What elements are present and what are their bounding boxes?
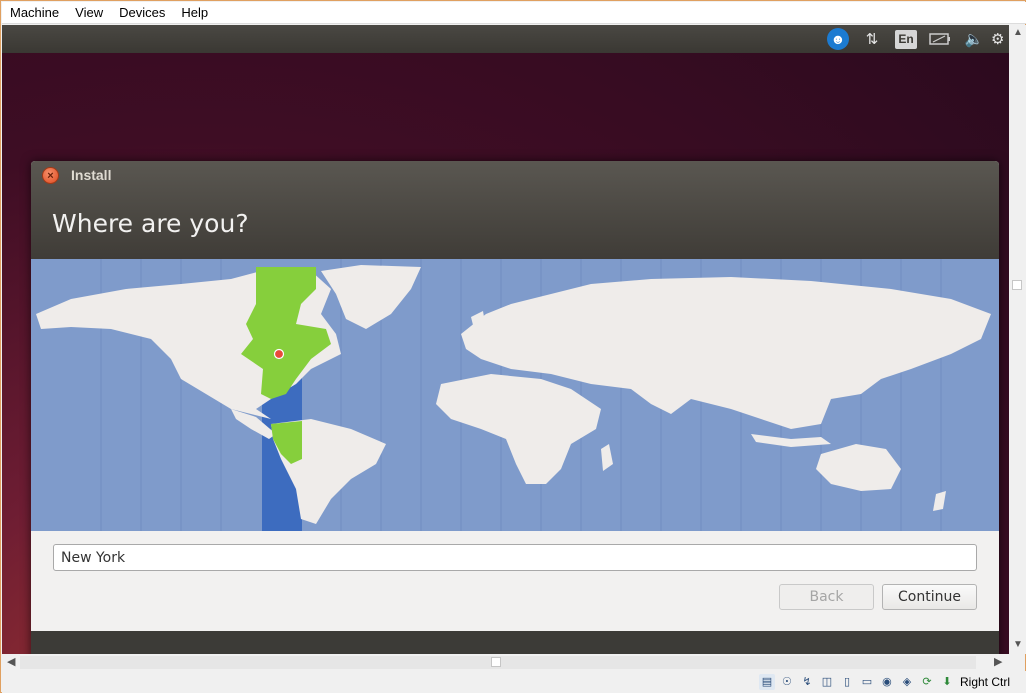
- display-icon[interactable]: ▭: [859, 674, 875, 690]
- settings-gear-icon[interactable]: ⚙: [991, 25, 1009, 53]
- keyboard-layout-label: En: [895, 29, 917, 49]
- keyboard-capture-icon[interactable]: ⬇: [939, 674, 955, 690]
- network-adapter-icon[interactable]: ◫: [819, 674, 835, 690]
- keyboard-layout-indicator[interactable]: En: [889, 25, 923, 53]
- horizontal-scrollbar[interactable]: ◀ ▶: [2, 654, 1009, 671]
- host-statusbar: ▤ ☉ ↯ ◫ ▯ ▭ ◉ ◈ ⟳ ⬇ Right Ctrl: [2, 671, 1026, 693]
- menu-devices[interactable]: Devices: [111, 2, 173, 24]
- back-button[interactable]: Back: [779, 584, 874, 610]
- menu-view[interactable]: View: [67, 2, 111, 24]
- world-map-graphic: [31, 259, 999, 531]
- video-capture-icon[interactable]: ◉: [879, 674, 895, 690]
- window-title: Install: [71, 167, 112, 183]
- horizontal-scroll-thumb[interactable]: [491, 657, 501, 667]
- ubuntu-top-panel: ☻ ⇅ En 🔈 ⚙: [2, 25, 1009, 53]
- usb-icon[interactable]: ↯: [799, 674, 815, 690]
- scroll-right-icon[interactable]: ▶: [994, 655, 1002, 668]
- volume-icon[interactable]: 🔈: [957, 25, 991, 53]
- continue-button[interactable]: Continue: [882, 584, 977, 610]
- selected-city-marker: [273, 348, 285, 360]
- indicator-tray: ☻ ⇅ En 🔈 ⚙: [821, 25, 1009, 53]
- network-icon[interactable]: ⇅: [855, 25, 889, 53]
- page-title: Where are you?: [52, 209, 249, 238]
- hard-disk-icon[interactable]: ▤: [758, 674, 775, 690]
- host-menubar: Machine View Devices Help: [2, 2, 1026, 24]
- shared-folders-icon[interactable]: ▯: [839, 674, 855, 690]
- install-dialog: × Install Where are you? New York Back C…: [31, 161, 999, 654]
- installer-progress-footer: [31, 631, 999, 654]
- timezone-map[interactable]: [31, 259, 999, 531]
- location-input[interactable]: [53, 544, 977, 571]
- mouse-integration-icon[interactable]: ⟳: [919, 674, 935, 690]
- virtualization-icon[interactable]: ◈: [899, 674, 915, 690]
- close-icon[interactable]: ×: [42, 167, 59, 184]
- menu-help[interactable]: Help: [173, 2, 216, 24]
- virtualbox-window: Machine View Devices Help ☻ ⇅ En 🔈 ⚙ × I…: [0, 0, 1026, 693]
- scroll-left-icon[interactable]: ◀: [7, 655, 15, 668]
- vertical-scrollbar[interactable]: ▲ ▼: [1009, 25, 1026, 654]
- dialog-titlebar: × Install Where are you?: [31, 161, 999, 259]
- guest-screen: ☻ ⇅ En 🔈 ⚙ × Install Where are you? New …: [2, 25, 1009, 654]
- host-key-label: Right Ctrl: [959, 675, 1010, 689]
- menu-machine[interactable]: Machine: [2, 2, 67, 24]
- scroll-down-icon[interactable]: ▼: [1013, 639, 1023, 650]
- optical-drive-icon[interactable]: ☉: [779, 674, 795, 690]
- scroll-up-icon[interactable]: ▲: [1013, 27, 1023, 38]
- vertical-scroll-thumb[interactable]: [1012, 280, 1022, 290]
- battery-icon[interactable]: [923, 25, 957, 53]
- accessibility-icon[interactable]: ☻: [821, 25, 855, 53]
